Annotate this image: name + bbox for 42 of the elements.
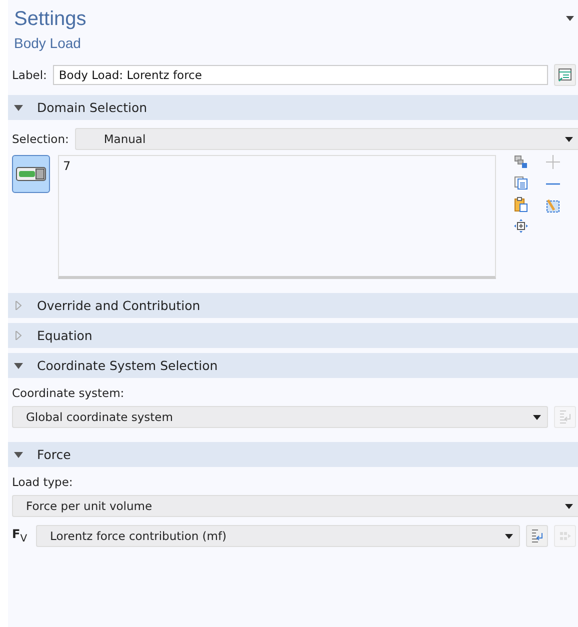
- clipboard-icon[interactable]: [514, 197, 528, 212]
- go-to-source-button[interactable]: [526, 525, 548, 547]
- selection-dropdown[interactable]: Manual: [74, 128, 578, 150]
- label-list-icon: [558, 68, 572, 82]
- section-header[interactable]: Domain Selection: [8, 95, 578, 120]
- caret-icon: [565, 504, 573, 508]
- activation-toggle[interactable]: [12, 155, 50, 193]
- zoom-to-selection-icon[interactable]: [514, 219, 528, 233]
- panel-title: Settings: [14, 8, 86, 31]
- dropdown-caret-icon[interactable]: [566, 16, 574, 21]
- clear-selection-icon[interactable]: [546, 199, 560, 213]
- field-label: Selection:: [12, 132, 69, 146]
- label-input[interactable]: Body Load: Lorentz force: [52, 65, 548, 85]
- field-label: Label:: [12, 68, 47, 82]
- section-header[interactable]: Coordinate System Selection: [8, 353, 578, 378]
- force-dropdown[interactable]: Lorentz force contribution (mf): [36, 525, 520, 547]
- list-item[interactable]: 7: [63, 159, 491, 173]
- panel-subtitle: Body Load: [14, 35, 82, 51]
- selection-list[interactable]: 7: [58, 155, 496, 279]
- caret-icon: [533, 414, 541, 420]
- expand-caret-icon: [14, 362, 23, 368]
- grid-icon: [559, 529, 571, 543]
- section-header[interactable]: Force: [8, 442, 578, 467]
- load-type-dropdown[interactable]: Force per unit volume: [12, 495, 578, 517]
- section-header[interactable]: Equation: [8, 323, 578, 348]
- list-arrow-icon: [531, 529, 543, 543]
- field-label: Coordinate system:: [11, 386, 126, 402]
- section-header[interactable]: Override and Contribution: [8, 293, 578, 318]
- collapse-caret-icon: [14, 301, 23, 310]
- list-arrow-icon: [559, 410, 571, 424]
- switch-icon: [16, 167, 46, 181]
- field-label: Load type:: [11, 475, 74, 491]
- caret-icon: [505, 534, 513, 538]
- label-icon-button[interactable]: [554, 64, 576, 86]
- copy-icon[interactable]: [514, 176, 528, 190]
- paste-selection-icon[interactable]: [514, 155, 528, 169]
- expand-caret-icon: [14, 452, 23, 458]
- collapse-caret-icon: [14, 331, 23, 340]
- force-symbol: F$_{V}$: [12, 527, 28, 545]
- expand-caret-icon: [14, 104, 23, 110]
- coordinate-system-dropdown[interactable]: Global coordinate system: [12, 406, 548, 428]
- caret-icon: [565, 136, 573, 142]
